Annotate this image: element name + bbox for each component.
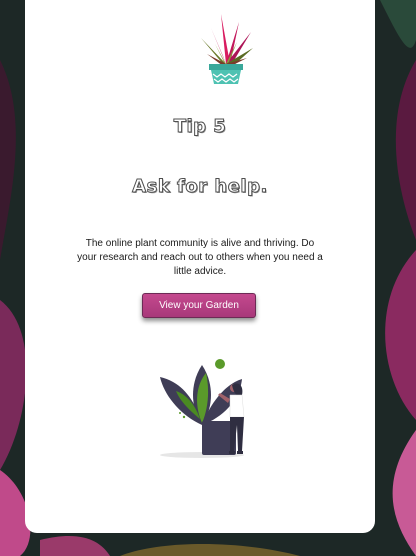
tip-body: The online plant community is alive and … [77,238,323,277]
tip-card: Tip 5 Ask for help. The online plant com… [25,0,375,533]
tip-headline: Ask for help. [132,176,268,198]
potted-plant-icon [201,14,253,84]
view-garden-button[interactable]: View your Garden [142,293,256,318]
person-with-plant-illustration [160,359,245,458]
tip-number: Tip 5 [173,116,227,138]
